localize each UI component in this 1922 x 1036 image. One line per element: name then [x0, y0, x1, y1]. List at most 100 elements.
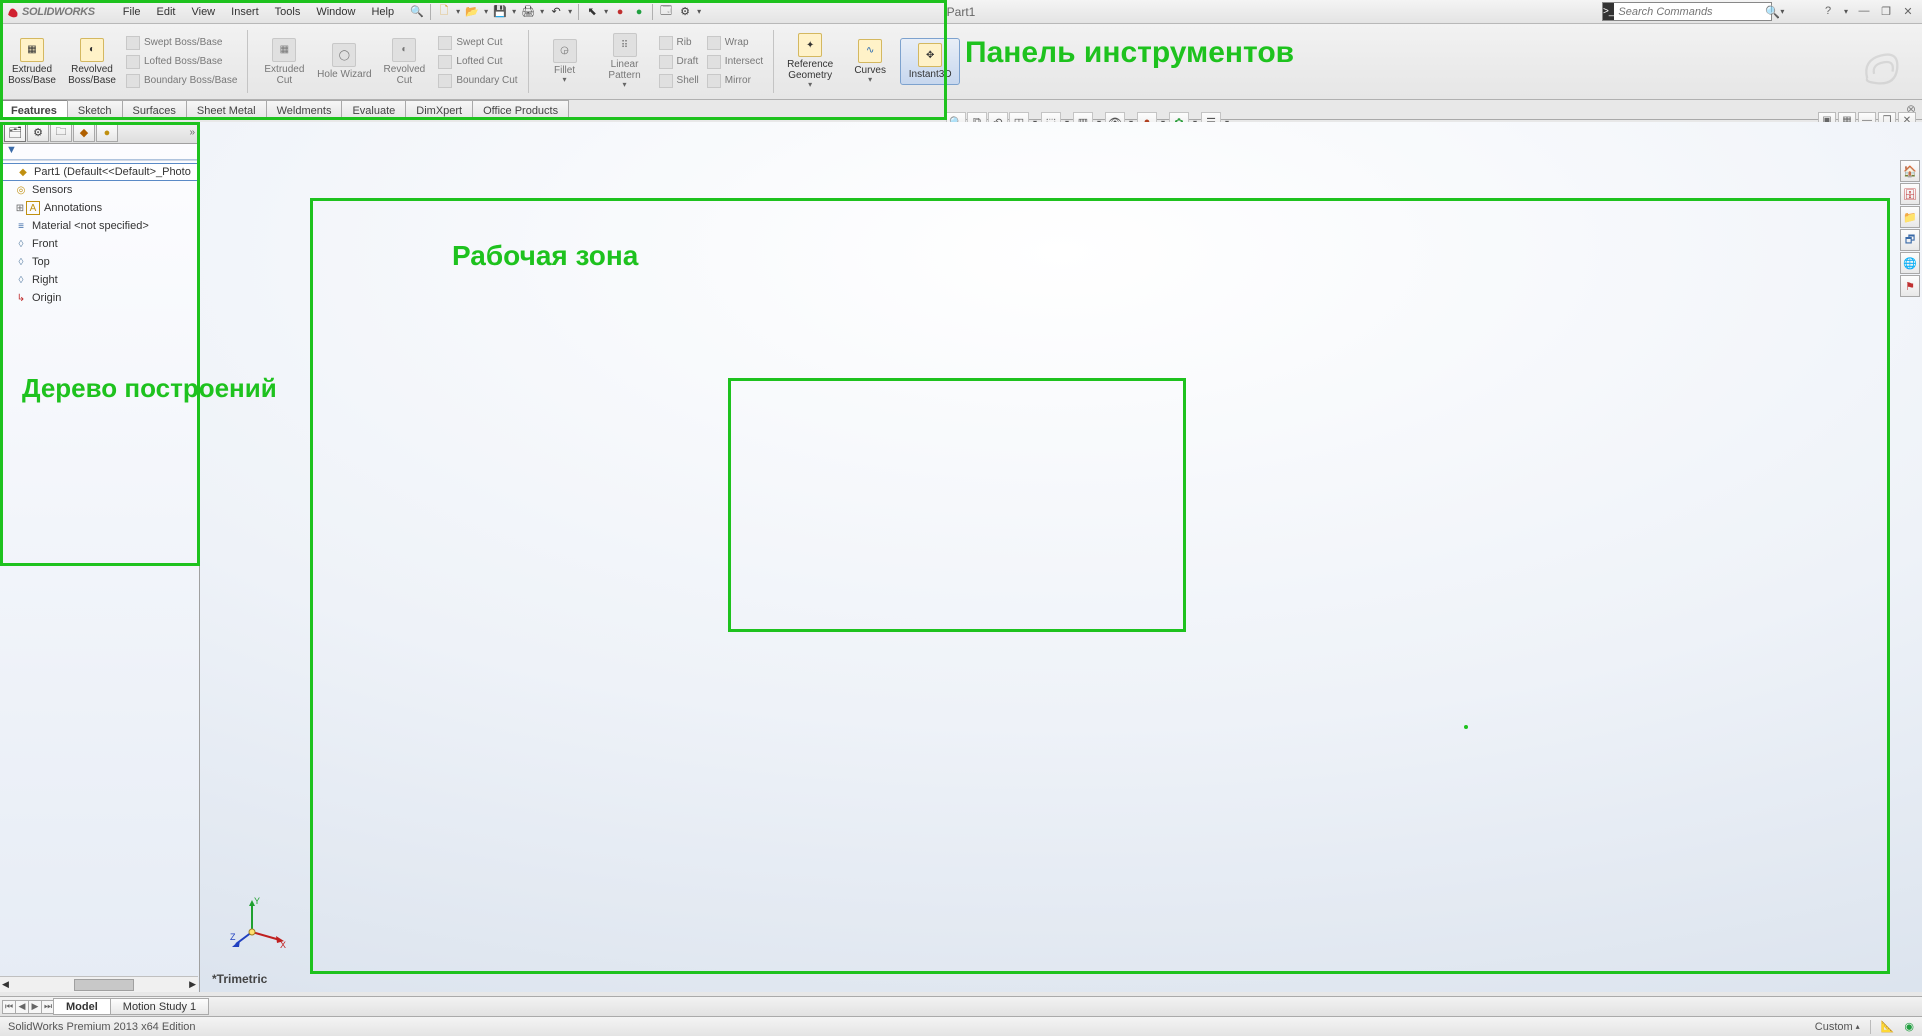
qat-select-icon[interactable]: ⬉ — [583, 3, 601, 21]
tab-first-icon[interactable]: ⏮ — [2, 1000, 16, 1014]
tree-item-right[interactable]: ◊ Right — [0, 271, 199, 289]
shell-button[interactable]: Shell — [655, 72, 703, 90]
qat-undo-dropdown[interactable]: ▾ — [566, 7, 574, 16]
graphics-area[interactable]: Y X Z *Trimetric — [200, 122, 1922, 992]
tree-horizontal-scrollbar[interactable]: ◀ ▶ — [0, 976, 198, 992]
reference-geometry-button[interactable]: ✦ Reference Geometry ▾ — [780, 29, 840, 94]
tree-item-annotations[interactable]: ⊞ A Annotations — [0, 199, 199, 217]
instant3d-button[interactable]: ✥ Instant3D — [900, 38, 960, 85]
tab-weldments[interactable]: Weldments — [266, 100, 343, 119]
qat-open-dropdown[interactable]: ▾ — [482, 7, 490, 16]
tab-next-icon[interactable]: ▶ — [28, 1000, 42, 1014]
tab-sheet-metal[interactable]: Sheet Metal — [186, 100, 267, 119]
qat-search-help-icon[interactable]: 🔍 — [408, 3, 426, 21]
boundary-boss-button[interactable]: Boundary Boss/Base — [122, 72, 241, 90]
qat-settings-icon[interactable]: ⚙ — [676, 3, 694, 21]
taskpane-viewpal-icon[interactable]: 🗗 — [1900, 229, 1920, 251]
extruded-boss-button[interactable]: ▦ Extruded Boss/Base — [2, 34, 62, 90]
linear-pattern-button[interactable]: ⠿ Linear Pattern ▾ — [595, 29, 655, 94]
tree-expand-icon[interactable]: ⊞ — [14, 203, 26, 214]
qat-rebuild-icon[interactable]: ● — [611, 3, 629, 21]
menu-tools[interactable]: Tools — [267, 3, 309, 21]
lofted-boss-button[interactable]: Lofted Boss/Base — [122, 53, 241, 71]
rib-button[interactable]: Rib — [655, 34, 703, 52]
tree-tab-property-icon[interactable]: ⚙ — [27, 124, 49, 142]
qat-rebuild2-icon[interactable]: ● — [630, 3, 648, 21]
status-custom[interactable]: Custom ▴ — [1815, 1021, 1860, 1033]
tab-surfaces[interactable]: Surfaces — [122, 100, 187, 119]
menu-edit[interactable]: Edit — [149, 3, 184, 21]
close-button[interactable]: ✕ — [1900, 4, 1916, 18]
tab-motion[interactable]: Motion Study 1 — [110, 998, 209, 1015]
wrap-button[interactable]: Wrap — [703, 34, 767, 52]
tree-item-front[interactable]: ◊ Front — [0, 235, 199, 253]
tree-tab-feature-icon[interactable]: 🗂 — [4, 124, 26, 142]
tree-tab-dimxpert-icon[interactable]: ◆ — [73, 124, 95, 142]
hole-wizard-button[interactable]: ◯ Hole Wizard — [314, 39, 374, 84]
status-stoplight-icon[interactable]: ◉ — [1904, 1020, 1914, 1033]
qat-settings-dropdown[interactable]: ▾ — [695, 7, 703, 16]
mirror-button[interactable]: Mirror — [703, 72, 767, 90]
intersect-button[interactable]: Intersect — [703, 53, 767, 71]
boundary-cut-button[interactable]: Boundary Cut — [434, 72, 521, 90]
qat-undo-icon[interactable]: ↶ — [547, 3, 565, 21]
tree-filter-icon[interactable]: ▼ — [0, 144, 199, 160]
tree-item-top[interactable]: ◊ Top — [0, 253, 199, 271]
search-input[interactable] — [1614, 6, 1765, 18]
menu-insert[interactable]: Insert — [223, 3, 267, 21]
qat-select-dropdown[interactable]: ▾ — [602, 7, 610, 16]
revolved-boss-button[interactable]: ◐ Revolved Boss/Base — [62, 34, 122, 90]
qat-save-icon[interactable]: 💾 — [491, 3, 509, 21]
menu-help[interactable]: Help — [363, 3, 402, 21]
help-dropdown[interactable]: ▾ — [1842, 4, 1850, 18]
scroll-thumb[interactable] — [74, 979, 134, 991]
bottom-tab-nav[interactable]: ⏮ ◀ ▶ ⏭ — [2, 1000, 54, 1014]
tab-office-products[interactable]: Office Products — [472, 100, 569, 119]
menu-file[interactable]: File — [115, 3, 149, 21]
search-icon[interactable]: 🔍 — [1765, 5, 1780, 19]
swept-boss-button[interactable]: Swept Boss/Base — [122, 34, 241, 52]
menu-view[interactable]: View — [183, 3, 223, 21]
tab-model[interactable]: Model — [53, 998, 111, 1015]
orientation-triad-icon[interactable]: Y X Z — [230, 892, 290, 952]
taskpane-explorer-icon[interactable]: 📁 — [1900, 206, 1920, 228]
search-commands-box[interactable]: >_ 🔍 ▾ — [1602, 2, 1772, 21]
qat-new-dropdown[interactable]: ▾ — [454, 7, 462, 16]
help-button[interactable]: ? — [1820, 4, 1836, 18]
taskpane-custom-icon[interactable]: ⚑ — [1900, 275, 1920, 297]
lofted-cut-button[interactable]: Lofted Cut — [434, 53, 521, 71]
restore-button[interactable]: ❐ — [1878, 4, 1894, 18]
taskpane-appearance-icon[interactable]: 🌐 — [1900, 252, 1920, 274]
taskpane-resources-icon[interactable]: 🏠 — [1900, 160, 1920, 182]
qat-options-icon[interactable]: 🗔 — [657, 3, 675, 21]
search-dropdown[interactable]: ▾ — [1780, 7, 1784, 16]
scroll-left-icon[interactable]: ◀ — [2, 979, 9, 990]
tree-item-origin[interactable]: ↳ Origin — [0, 289, 199, 307]
scroll-right-icon[interactable]: ▶ — [189, 979, 196, 990]
tab-prev-icon[interactable]: ◀ — [15, 1000, 29, 1014]
tab-evaluate[interactable]: Evaluate — [341, 100, 406, 119]
tree-item-material[interactable]: ≡ Material <not specified> — [0, 217, 199, 235]
curves-button[interactable]: ∿ Curves ▾ — [840, 35, 900, 89]
tab-features[interactable]: Features — [0, 100, 68, 119]
swept-cut-button[interactable]: Swept Cut — [434, 34, 521, 52]
extruded-cut-button[interactable]: ▦ Extruded Cut — [254, 34, 314, 90]
tab-sketch[interactable]: Sketch — [67, 100, 123, 119]
qat-print-icon[interactable]: 🖨 — [519, 3, 537, 21]
qat-open-icon[interactable]: 📂 — [463, 3, 481, 21]
tab-dimxpert[interactable]: DimXpert — [405, 100, 473, 119]
qat-print-dropdown[interactable]: ▾ — [538, 7, 546, 16]
revolved-cut-button[interactable]: ◐ Revolved Cut — [374, 34, 434, 90]
tree-item-sensors[interactable]: ◎ Sensors — [0, 181, 199, 199]
qat-new-icon[interactable]: 🗋 — [435, 3, 453, 21]
status-units-icon[interactable]: 📐 — [1881, 1020, 1895, 1033]
tree-tab-config-icon[interactable]: 🗀 — [50, 124, 72, 142]
fillet-button[interactable]: ◶ Fillet ▾ — [535, 35, 595, 89]
draft-button[interactable]: Draft — [655, 53, 703, 71]
tree-tab-display-icon[interactable]: ● — [96, 124, 118, 142]
minimize-button[interactable]: — — [1856, 4, 1872, 18]
menu-window[interactable]: Window — [308, 3, 363, 21]
qat-save-dropdown[interactable]: ▾ — [510, 7, 518, 16]
tree-tabs-expand-icon[interactable]: » — [189, 127, 195, 138]
taskpane-library-icon[interactable]: 🗄 — [1900, 183, 1920, 205]
